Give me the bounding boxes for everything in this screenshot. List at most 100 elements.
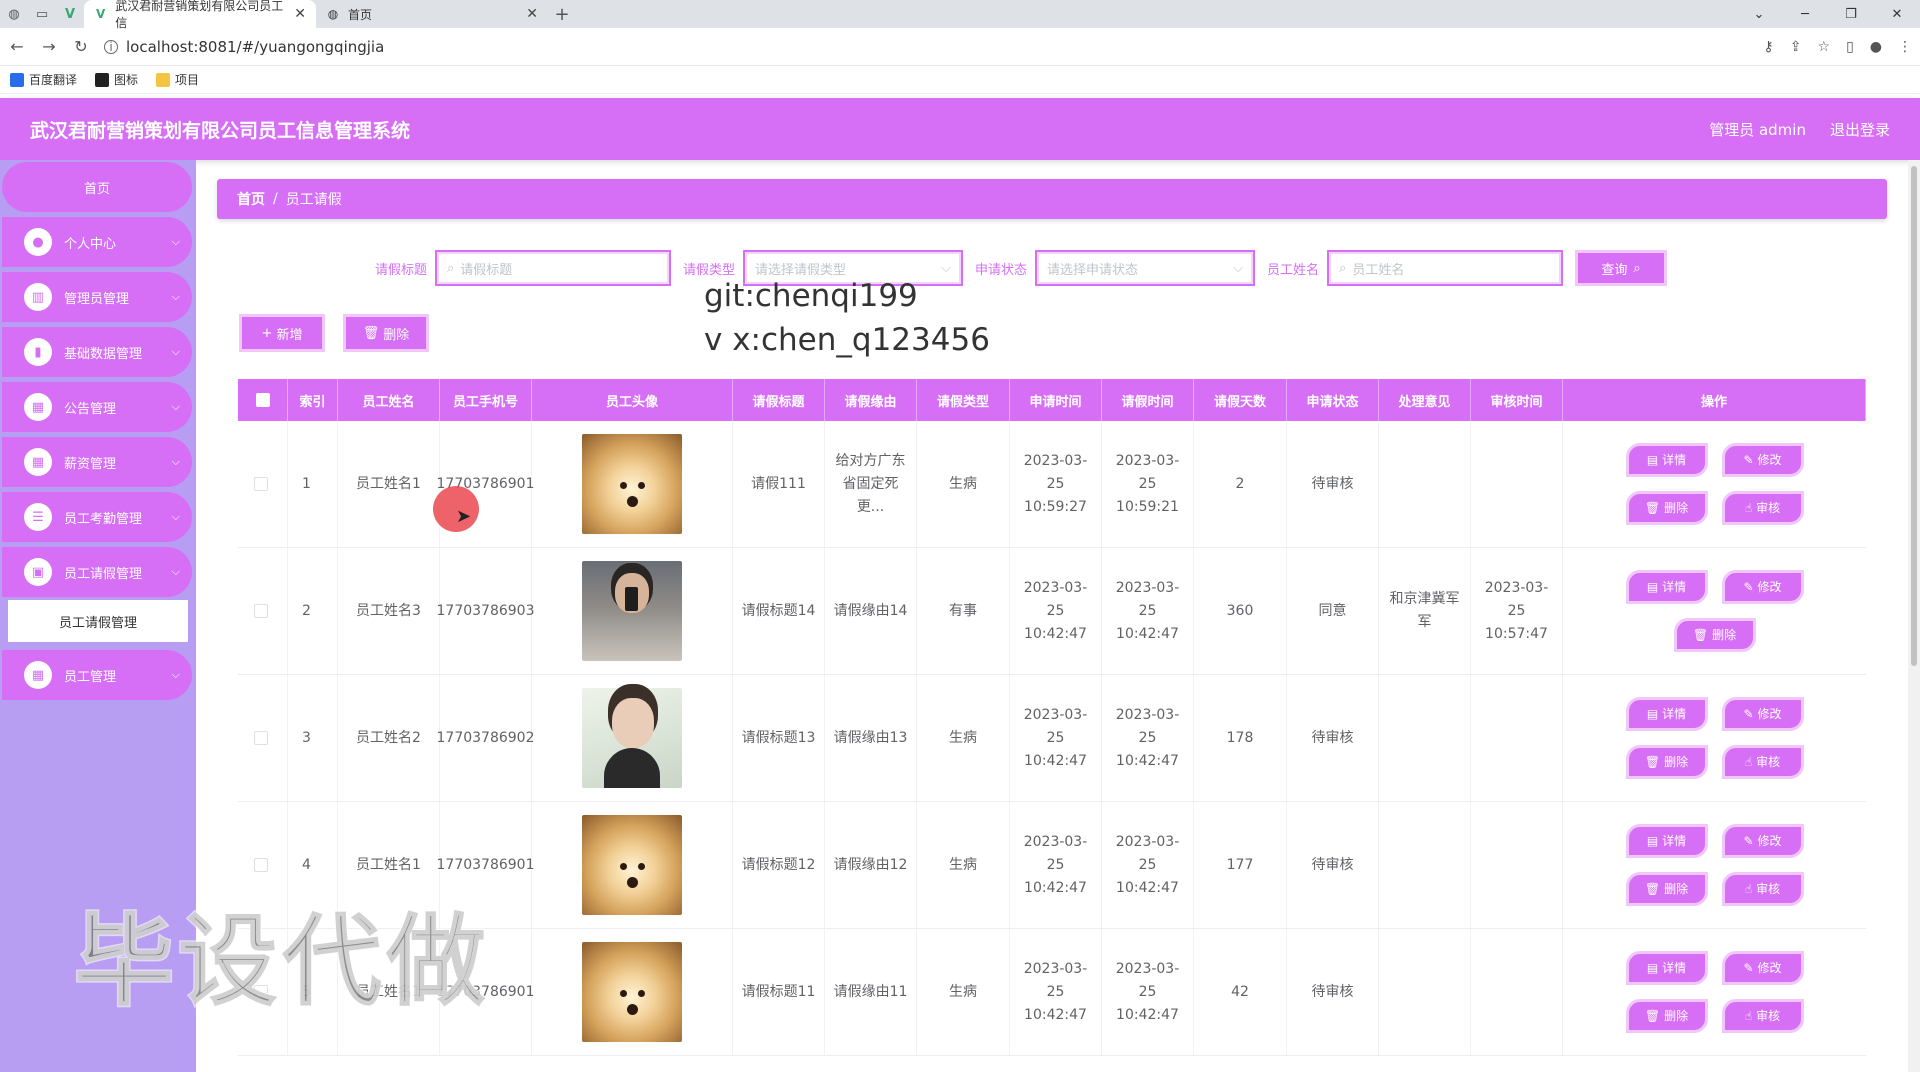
share-icon[interactable]: ⇪ — [1790, 39, 1802, 55]
cell-opinion — [1379, 421, 1471, 547]
search-icon: ⌕ — [447, 260, 455, 276]
audit-button[interactable]: ☝ 审核 — [1721, 745, 1804, 779]
delete-button[interactable]: 🗑 删除 — [1673, 618, 1756, 652]
checkbox[interactable] — [255, 393, 270, 407]
status-select[interactable]: 请选择申请状态 ⌵ — [1035, 250, 1256, 286]
edit-button[interactable]: ✎ 修改 — [1721, 824, 1804, 858]
delete-button[interactable]: 🗑 删除 — [1625, 999, 1708, 1033]
sidebar-item-label: 员工考勤管理 — [64, 511, 143, 527]
edit-button[interactable]: ✎ 修改 — [1721, 951, 1804, 985]
info-icon[interactable]: i — [104, 39, 118, 54]
audit-button[interactable]: ☝ 审核 — [1721, 872, 1804, 906]
reload-icon[interactable]: ↻ — [72, 37, 90, 56]
delete-button[interactable]: 🗑 删除 — [1625, 872, 1708, 906]
edit-button[interactable]: ✎ 修改 — [1721, 570, 1804, 604]
chat-icon: ▣ — [24, 558, 52, 586]
browser-tab-home[interactable]: ◍ 首页 ✕ — [316, 0, 548, 28]
row-checkbox-cell[interactable] — [238, 548, 288, 674]
cell-avatar — [532, 675, 733, 801]
sidebar-item-basic-data[interactable]: ▮ 基础数据管理 ⌵ — [2, 327, 192, 377]
delete-button[interactable]: 🗑 删除 — [1625, 745, 1708, 779]
edit-button[interactable]: ✎ 修改 — [1721, 697, 1804, 731]
search-form: 请假标题 ⌕ 请假标题 请假类型 请选择请假类型 ⌵ 申请状态 请选择申请状态 … — [375, 250, 1668, 286]
sidebar-item-leave[interactable]: ▣ 员工请假管理 ⌵ — [2, 547, 192, 597]
address-bar: ← → ↻ i localhost:8081/#/yuangongqingjia… — [0, 28, 1920, 66]
close-icon[interactable]: ✕ — [294, 6, 306, 22]
detail-button[interactable]: ▤ 详情 — [1625, 570, 1708, 604]
col-header: 请假类型 — [917, 379, 1010, 421]
sidebar-item-notice[interactable]: ▦ 公告管理 ⌵ — [2, 382, 192, 432]
audit-button[interactable]: ☝ 审核 — [1721, 999, 1804, 1033]
title-label: 请假标题 — [375, 262, 428, 278]
row-checkbox-cell[interactable] — [238, 421, 288, 547]
title-search-input[interactable]: ⌕ 请假标题 — [435, 250, 672, 286]
detail-button[interactable]: ▤ 详情 — [1625, 824, 1708, 858]
batch-delete-button[interactable]: 🗑 删除 — [343, 314, 429, 352]
back-icon[interactable]: ← — [8, 37, 26, 56]
sidebar-item-salary[interactable]: ▦ 薪资管理 ⌵ — [2, 437, 192, 487]
op-label: 删除 — [1664, 881, 1689, 896]
close-window-icon[interactable]: ✕ — [1874, 7, 1920, 22]
forward-icon[interactable]: → — [40, 37, 58, 56]
sidebar-item-attendance[interactable]: ☰ 员工考勤管理 ⌵ — [2, 492, 192, 542]
cell-audit-time — [1471, 802, 1563, 928]
chevron-down-icon: ⌵ — [171, 400, 180, 413]
cell-leave-reason: 请假缘由11 — [825, 929, 917, 1055]
add-button[interactable]: + 新增 — [239, 314, 325, 352]
row-checkbox[interactable] — [254, 604, 268, 618]
sidebar-item-personal-center[interactable]: ● 个人中心 ⌵ — [2, 217, 192, 267]
grid-icon: ▦ — [24, 393, 52, 421]
detail-button[interactable]: ▤ 详情 — [1625, 951, 1708, 985]
cell-leave-days: 2 — [1194, 421, 1287, 547]
bookmark-item[interactable]: 图标 — [95, 71, 138, 88]
status-placeholder: 请选择申请状态 — [1047, 262, 1139, 278]
name-search-input[interactable]: ⌕ 员工姓名 — [1327, 250, 1564, 286]
select-all-checkbox[interactable] — [238, 379, 288, 421]
tab-placeholder-icon[interactable]: ▭ — [28, 0, 56, 28]
breadcrumb-home[interactable]: 首页 — [237, 189, 265, 209]
sidebar-subitem-leave-management[interactable]: 员工请假管理 — [8, 600, 188, 642]
delete-button[interactable]: 🗑 删除 — [1625, 491, 1708, 525]
bookmark-item[interactable]: 项目 — [156, 71, 199, 88]
name-placeholder: 员工姓名 — [1352, 262, 1405, 278]
vue-icon[interactable]: V — [56, 0, 84, 28]
close-icon[interactable]: ✕ — [526, 6, 538, 22]
op-label: 修改 — [1757, 706, 1782, 721]
bookmark-item[interactable]: 百度翻译 — [10, 71, 77, 88]
detail-button[interactable]: ▤ 详情 — [1625, 697, 1708, 731]
sidebar-item-admin[interactable]: ▥ 管理员管理 ⌵ — [2, 272, 192, 322]
contact-watermark: git:chenqi199 v x:chen_q123456 — [704, 274, 990, 362]
row-checkbox-cell[interactable] — [238, 675, 288, 801]
star-icon[interactable]: ☆ — [1818, 39, 1831, 55]
restore-icon[interactable]: ❐ — [1828, 7, 1874, 22]
key-icon[interactable]: ⚷ — [1764, 39, 1774, 55]
edit-button[interactable]: ✎ 修改 — [1721, 443, 1804, 477]
detail-button[interactable]: ▤ 详情 — [1625, 443, 1708, 477]
globe-icon[interactable]: ◍ — [0, 0, 28, 28]
cell-employee-name: 员工姓名2 — [338, 675, 440, 801]
menu-dots-icon[interactable]: ⋮ — [1898, 39, 1912, 55]
audit-button[interactable]: ☝ 审核 — [1721, 491, 1804, 525]
row-checkbox[interactable] — [254, 477, 268, 491]
new-tab-icon[interactable]: + — [548, 0, 576, 28]
sidebar-item-employees[interactable]: ▦ 员工管理 ⌵ — [2, 650, 192, 700]
row-checkbox[interactable] — [254, 731, 268, 745]
browser-tab-active[interactable]: V 武汉君耐营销策划有限公司员工信 ✕ — [84, 0, 316, 30]
query-button[interactable]: 查询 ⌕ — [1575, 250, 1668, 286]
cell-index: 3 — [288, 675, 338, 801]
chevron-down-icon[interactable]: ⌄ — [1736, 7, 1782, 22]
profile-icon[interactable]: ● — [1870, 39, 1882, 55]
cell-leave-type: 生病 — [917, 675, 1010, 801]
col-header: 操作 — [1563, 379, 1866, 421]
minimize-icon[interactable]: ─ — [1782, 7, 1828, 22]
scrollbar-thumb[interactable] — [1911, 166, 1917, 666]
sidebar-item-home[interactable]: 首页 — [2, 162, 192, 212]
page-scrollbar[interactable] — [1908, 160, 1920, 1072]
row-checkbox[interactable] — [254, 858, 268, 872]
vue-favicon-icon: V — [96, 7, 106, 21]
audit-icon: ☝ — [1744, 1008, 1753, 1023]
sidebar-toggle-icon[interactable]: ▯ — [1846, 39, 1854, 55]
url-field[interactable]: i localhost:8081/#/yuangongqingjia — [104, 38, 1750, 56]
trash-icon: 🗑 — [1644, 754, 1661, 769]
logout-link[interactable]: 退出登录 — [1830, 119, 1890, 140]
